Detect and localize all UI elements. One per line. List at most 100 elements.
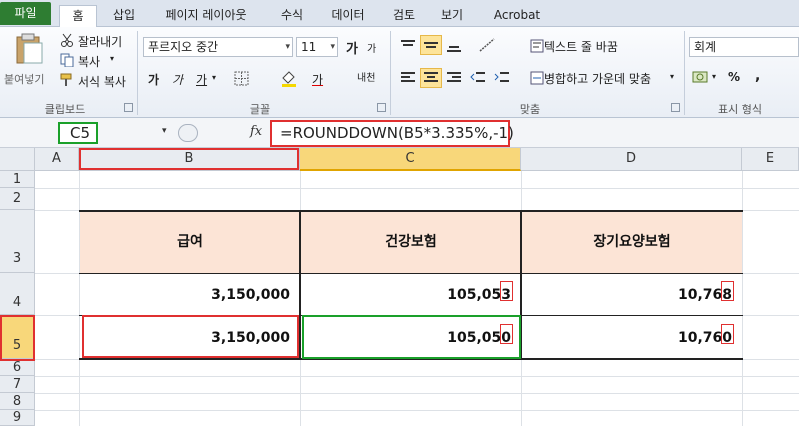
align-left-icon[interactable] xyxy=(400,71,416,85)
digit-highlight-c4 xyxy=(500,281,513,301)
column-header-a[interactable]: A xyxy=(35,148,79,171)
cell-d4[interactable]: 10,768 xyxy=(522,274,742,315)
copy-icon xyxy=(60,53,74,67)
gridline xyxy=(35,410,799,411)
clipboard-icon xyxy=(16,33,43,64)
align-right-icon[interactable] xyxy=(446,71,462,85)
tab-insert[interactable]: 삽입 xyxy=(104,5,144,27)
tab-file[interactable]: 파일 xyxy=(0,2,51,25)
formula-input[interactable]: =ROUNDDOWN(B5*3.335%,-1) xyxy=(270,120,514,147)
number-group-label: 표시 형식 xyxy=(718,103,762,116)
row-header-6[interactable]: 6 xyxy=(0,359,35,376)
name-box[interactable]: C5 xyxy=(58,122,98,144)
align-center-button[interactable] xyxy=(420,68,442,88)
font-size-combo[interactable]: 11 ▾ xyxy=(296,37,338,57)
underline-button[interactable]: 가 xyxy=(196,71,207,88)
cell-d3[interactable]: 장기요양보험 xyxy=(522,210,742,274)
tab-home[interactable]: 홈 xyxy=(59,5,97,28)
fill-color-icon[interactable] xyxy=(280,69,298,87)
digit-highlight-d4 xyxy=(721,281,734,301)
cell-b4[interactable]: 3,150,000 xyxy=(80,274,300,315)
chevron-down-icon[interactable]: ▾ xyxy=(212,73,216,82)
border-icon[interactable] xyxy=(234,71,250,87)
alignment-launcher-icon[interactable] xyxy=(671,103,680,112)
ribbon: 붙여넣기 잘라내기 복사 ▾ 서식 복사 클립보드 푸르지오 중간 ▾ 11 ▾… xyxy=(0,27,799,118)
wrap-text-button[interactable]: 텍스트 줄 바꿈 xyxy=(528,37,638,55)
format-painter-button[interactable]: 서식 복사 xyxy=(58,72,134,90)
grow-font-button[interactable]: 가 xyxy=(346,38,358,57)
alignment-group-label: 맞춤 xyxy=(519,103,541,116)
chevron-down-icon: ▾ xyxy=(110,54,115,63)
font-name-combo[interactable]: 푸르지오 중간 ▾ xyxy=(143,37,293,57)
tab-acrobat[interactable]: Acrobat xyxy=(482,5,552,27)
phonetic-button[interactable]: 내천 xyxy=(357,69,375,84)
chevron-down-icon: ▾ xyxy=(330,42,335,52)
table-border xyxy=(299,210,301,360)
gridline xyxy=(35,393,799,394)
formula-bar: C5 ▾ fx =ROUNDDOWN(B5*3.335%,-1) xyxy=(0,118,799,148)
font-color-button[interactable]: 가 xyxy=(312,71,323,88)
worksheet-grid: A B C D E 1 2 3 4 5 6 7 8 9 급여 건강보험 장기요양… xyxy=(0,148,799,426)
font-group-label: 글꼴 xyxy=(249,103,271,116)
table-border xyxy=(79,210,743,212)
tab-page-layout[interactable]: 페이지 레이아웃 xyxy=(146,5,266,27)
tab-review[interactable]: 검토 xyxy=(384,5,424,27)
column-header-c[interactable]: C xyxy=(300,148,521,171)
tab-view[interactable]: 보기 xyxy=(432,5,472,27)
cell-d5[interactable]: 10,760 xyxy=(522,316,742,359)
paste-label: 붙여넣기 xyxy=(4,73,45,86)
cell-c3[interactable]: 건강보험 xyxy=(301,210,521,274)
copy-button[interactable]: 복사 ▾ xyxy=(58,52,128,70)
increase-indent-icon[interactable] xyxy=(494,71,510,85)
text-orientation-icon[interactable] xyxy=(478,37,498,53)
row-5-highlight xyxy=(0,315,35,361)
row-header-1[interactable]: 1 xyxy=(0,171,35,188)
cell-b5-highlight xyxy=(82,315,299,358)
chevron-down-icon: ▾ xyxy=(670,72,675,81)
percent-style-button[interactable]: % xyxy=(728,70,740,84)
comma-style-button[interactable]: , xyxy=(755,68,760,84)
group-divider xyxy=(684,31,685,115)
group-divider xyxy=(390,31,391,115)
column-b-highlight xyxy=(79,148,299,170)
bold-button[interactable]: 가 xyxy=(148,71,159,88)
align-middle-button[interactable] xyxy=(420,35,442,55)
merge-center-button[interactable]: 병합하고 가운데 맞춤 ▾ xyxy=(528,69,678,87)
scissors-icon xyxy=(61,33,73,47)
align-center-icon xyxy=(424,72,438,82)
number-format-combo[interactable]: 회계 xyxy=(689,37,799,57)
row-header-7[interactable]: 7 xyxy=(0,376,35,393)
formula-bar-splitter[interactable] xyxy=(178,124,198,142)
column-header-d[interactable]: D xyxy=(521,148,742,171)
tab-formulas[interactable]: 수식 xyxy=(272,5,312,27)
insert-function-icon[interactable]: fx xyxy=(250,124,262,139)
currency-icon[interactable] xyxy=(692,69,710,85)
chevron-down-icon: ▾ xyxy=(285,42,290,52)
select-all-corner[interactable] xyxy=(0,148,35,171)
tab-data[interactable]: 데이터 xyxy=(320,5,376,27)
cut-button[interactable]: 잘라내기 xyxy=(58,32,128,50)
align-bottom-icon[interactable] xyxy=(446,39,462,53)
font-launcher-icon[interactable] xyxy=(377,103,386,112)
paste-button[interactable]: 붙여넣기 xyxy=(4,31,50,93)
row-header-3[interactable]: 3 xyxy=(0,210,35,273)
row-header-9[interactable]: 9 xyxy=(0,410,35,426)
cut-label: 잘라내기 xyxy=(78,35,123,49)
row-header-8[interactable]: 8 xyxy=(0,393,35,410)
cell-b3[interactable]: 급여 xyxy=(80,210,300,274)
column-header-e[interactable]: E xyxy=(742,148,799,171)
row-header-4[interactable]: 4 xyxy=(0,273,35,315)
digit-highlight-d5 xyxy=(721,324,734,344)
format-painter-label: 서식 복사 xyxy=(78,75,126,89)
shrink-font-button[interactable]: 가 xyxy=(367,40,376,55)
font-size-value: 11 xyxy=(301,40,317,54)
decrease-indent-icon[interactable] xyxy=(470,71,486,85)
align-top-icon[interactable] xyxy=(400,39,416,53)
clipboard-launcher-icon[interactable] xyxy=(124,103,133,112)
italic-button[interactable]: 가 xyxy=(172,71,183,88)
chevron-down-icon[interactable]: ▾ xyxy=(712,72,716,81)
cell-c4[interactable]: 105,053 xyxy=(301,274,521,315)
chevron-down-icon[interactable]: ▾ xyxy=(162,126,167,136)
row-header-2[interactable]: 2 xyxy=(0,188,35,210)
merge-center-label: 병합하고 가운데 맞춤 xyxy=(544,72,651,86)
